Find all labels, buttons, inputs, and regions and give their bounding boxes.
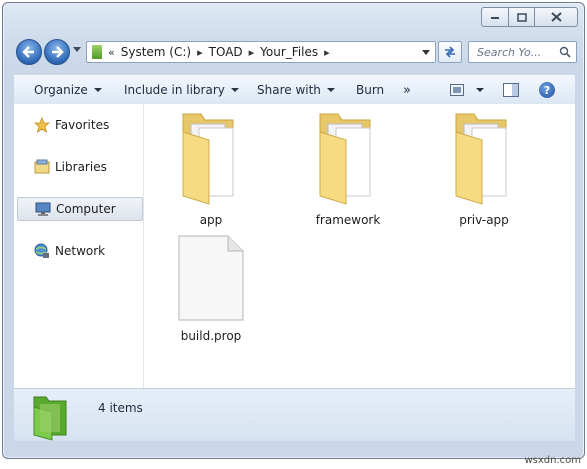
chevron-down-icon [326, 88, 335, 92]
navigation-pane: Favorites Libraries Computer Network [14, 104, 144, 388]
minimize-button[interactable] [481, 7, 509, 27]
star-icon [34, 117, 50, 133]
file-item-build-prop[interactable]: build.prop [156, 234, 266, 343]
folder-item-app[interactable]: app [156, 110, 266, 227]
network-icon [34, 243, 50, 259]
nav-item-favorites[interactable]: Favorites [17, 114, 141, 136]
folder-item-priv-app[interactable]: priv-app [429, 110, 539, 227]
preview-pane-button[interactable] [503, 75, 519, 105]
back-arrow-icon [22, 46, 34, 58]
recent-pages-dropdown[interactable] [73, 47, 81, 52]
search-box[interactable] [468, 41, 577, 63]
forward-button[interactable] [44, 39, 70, 65]
command-bar: Organize Include in library Share with B… [14, 74, 575, 106]
nav-item-libraries[interactable]: Libraries [17, 156, 141, 178]
chevron-down-icon [93, 88, 102, 92]
burn-button[interactable]: Burn [356, 75, 384, 105]
details-pane: 4 items [14, 388, 575, 441]
folder-icon [319, 113, 371, 205]
chevron-down-icon [476, 88, 484, 92]
file-name: priv-app [459, 213, 509, 227]
change-view-button[interactable] [450, 75, 484, 105]
content-pane: Favorites Libraries Computer Network app… [14, 104, 575, 388]
watermark: wsxdn.com [524, 455, 581, 466]
more-commands-label: » [403, 82, 411, 98]
include-in-library-button[interactable]: Include in library [124, 75, 239, 105]
search-icon[interactable] [559, 46, 571, 58]
burn-label: Burn [356, 83, 385, 97]
more-commands-button[interactable]: » [403, 75, 411, 105]
chevron-down-icon [230, 88, 239, 92]
document-icon [178, 235, 244, 321]
help-icon: ? [539, 82, 555, 98]
back-button[interactable] [16, 39, 42, 65]
breadcrumb-toad[interactable]: TOAD [209, 45, 243, 59]
share-with-button[interactable]: Share with [257, 75, 335, 105]
caption-buttons [481, 7, 578, 27]
item-count: 4 items [98, 401, 143, 415]
preview-pane-icon [503, 83, 519, 97]
share-with-label: Share with [257, 83, 321, 97]
breadcrumb-separator[interactable]: ▸ [197, 46, 203, 59]
folder-icon [92, 45, 102, 59]
address-bar[interactable]: « System (C:) ▸ TOAD ▸ Your_Files ▸ [86, 41, 436, 63]
nav-item-label: Favorites [55, 118, 110, 132]
libraries-icon [34, 159, 50, 175]
computer-icon [35, 201, 51, 217]
help-glyph: ? [543, 83, 551, 97]
forward-arrow-icon [52, 46, 64, 58]
breadcrumb-system-c[interactable]: System (C:) [121, 45, 191, 59]
refresh-icon [445, 46, 455, 58]
nav-item-computer[interactable]: Computer [17, 197, 143, 221]
folder-icon [182, 113, 234, 205]
maximize-icon [516, 12, 527, 22]
file-name: build.prop [180, 329, 242, 343]
file-name: framework [315, 213, 381, 227]
library-folder-icon [33, 396, 67, 441]
include-in-library-label: Include in library [124, 83, 225, 97]
breadcrumb-your-files[interactable]: Your_Files [260, 45, 318, 59]
organize-button[interactable]: Organize [34, 75, 102, 105]
folder-item-framework[interactable]: framework [293, 110, 403, 227]
organize-label: Organize [34, 83, 88, 97]
help-button[interactable]: ? [539, 75, 555, 105]
search-input[interactable] [475, 44, 557, 60]
maximize-button[interactable] [509, 7, 535, 27]
view-icon [450, 84, 464, 96]
nav-item-label: Libraries [55, 160, 107, 174]
close-button[interactable] [535, 7, 578, 27]
minimize-icon [491, 17, 499, 19]
nav-item-label: Network [55, 244, 106, 258]
breadcrumb-overflow[interactable]: « [108, 46, 115, 59]
nav-item-network[interactable]: Network [17, 240, 141, 262]
breadcrumb-separator[interactable]: ▸ [324, 46, 330, 59]
folder-icon [455, 113, 507, 205]
nav-item-label: Computer [56, 202, 116, 216]
close-icon [550, 12, 562, 22]
refresh-button[interactable] [438, 41, 462, 63]
breadcrumb-separator[interactable]: ▸ [249, 46, 255, 59]
address-dropdown-icon[interactable] [422, 50, 430, 55]
file-name: app [199, 213, 223, 227]
file-list: app framework priv-app build.prop [144, 104, 575, 388]
